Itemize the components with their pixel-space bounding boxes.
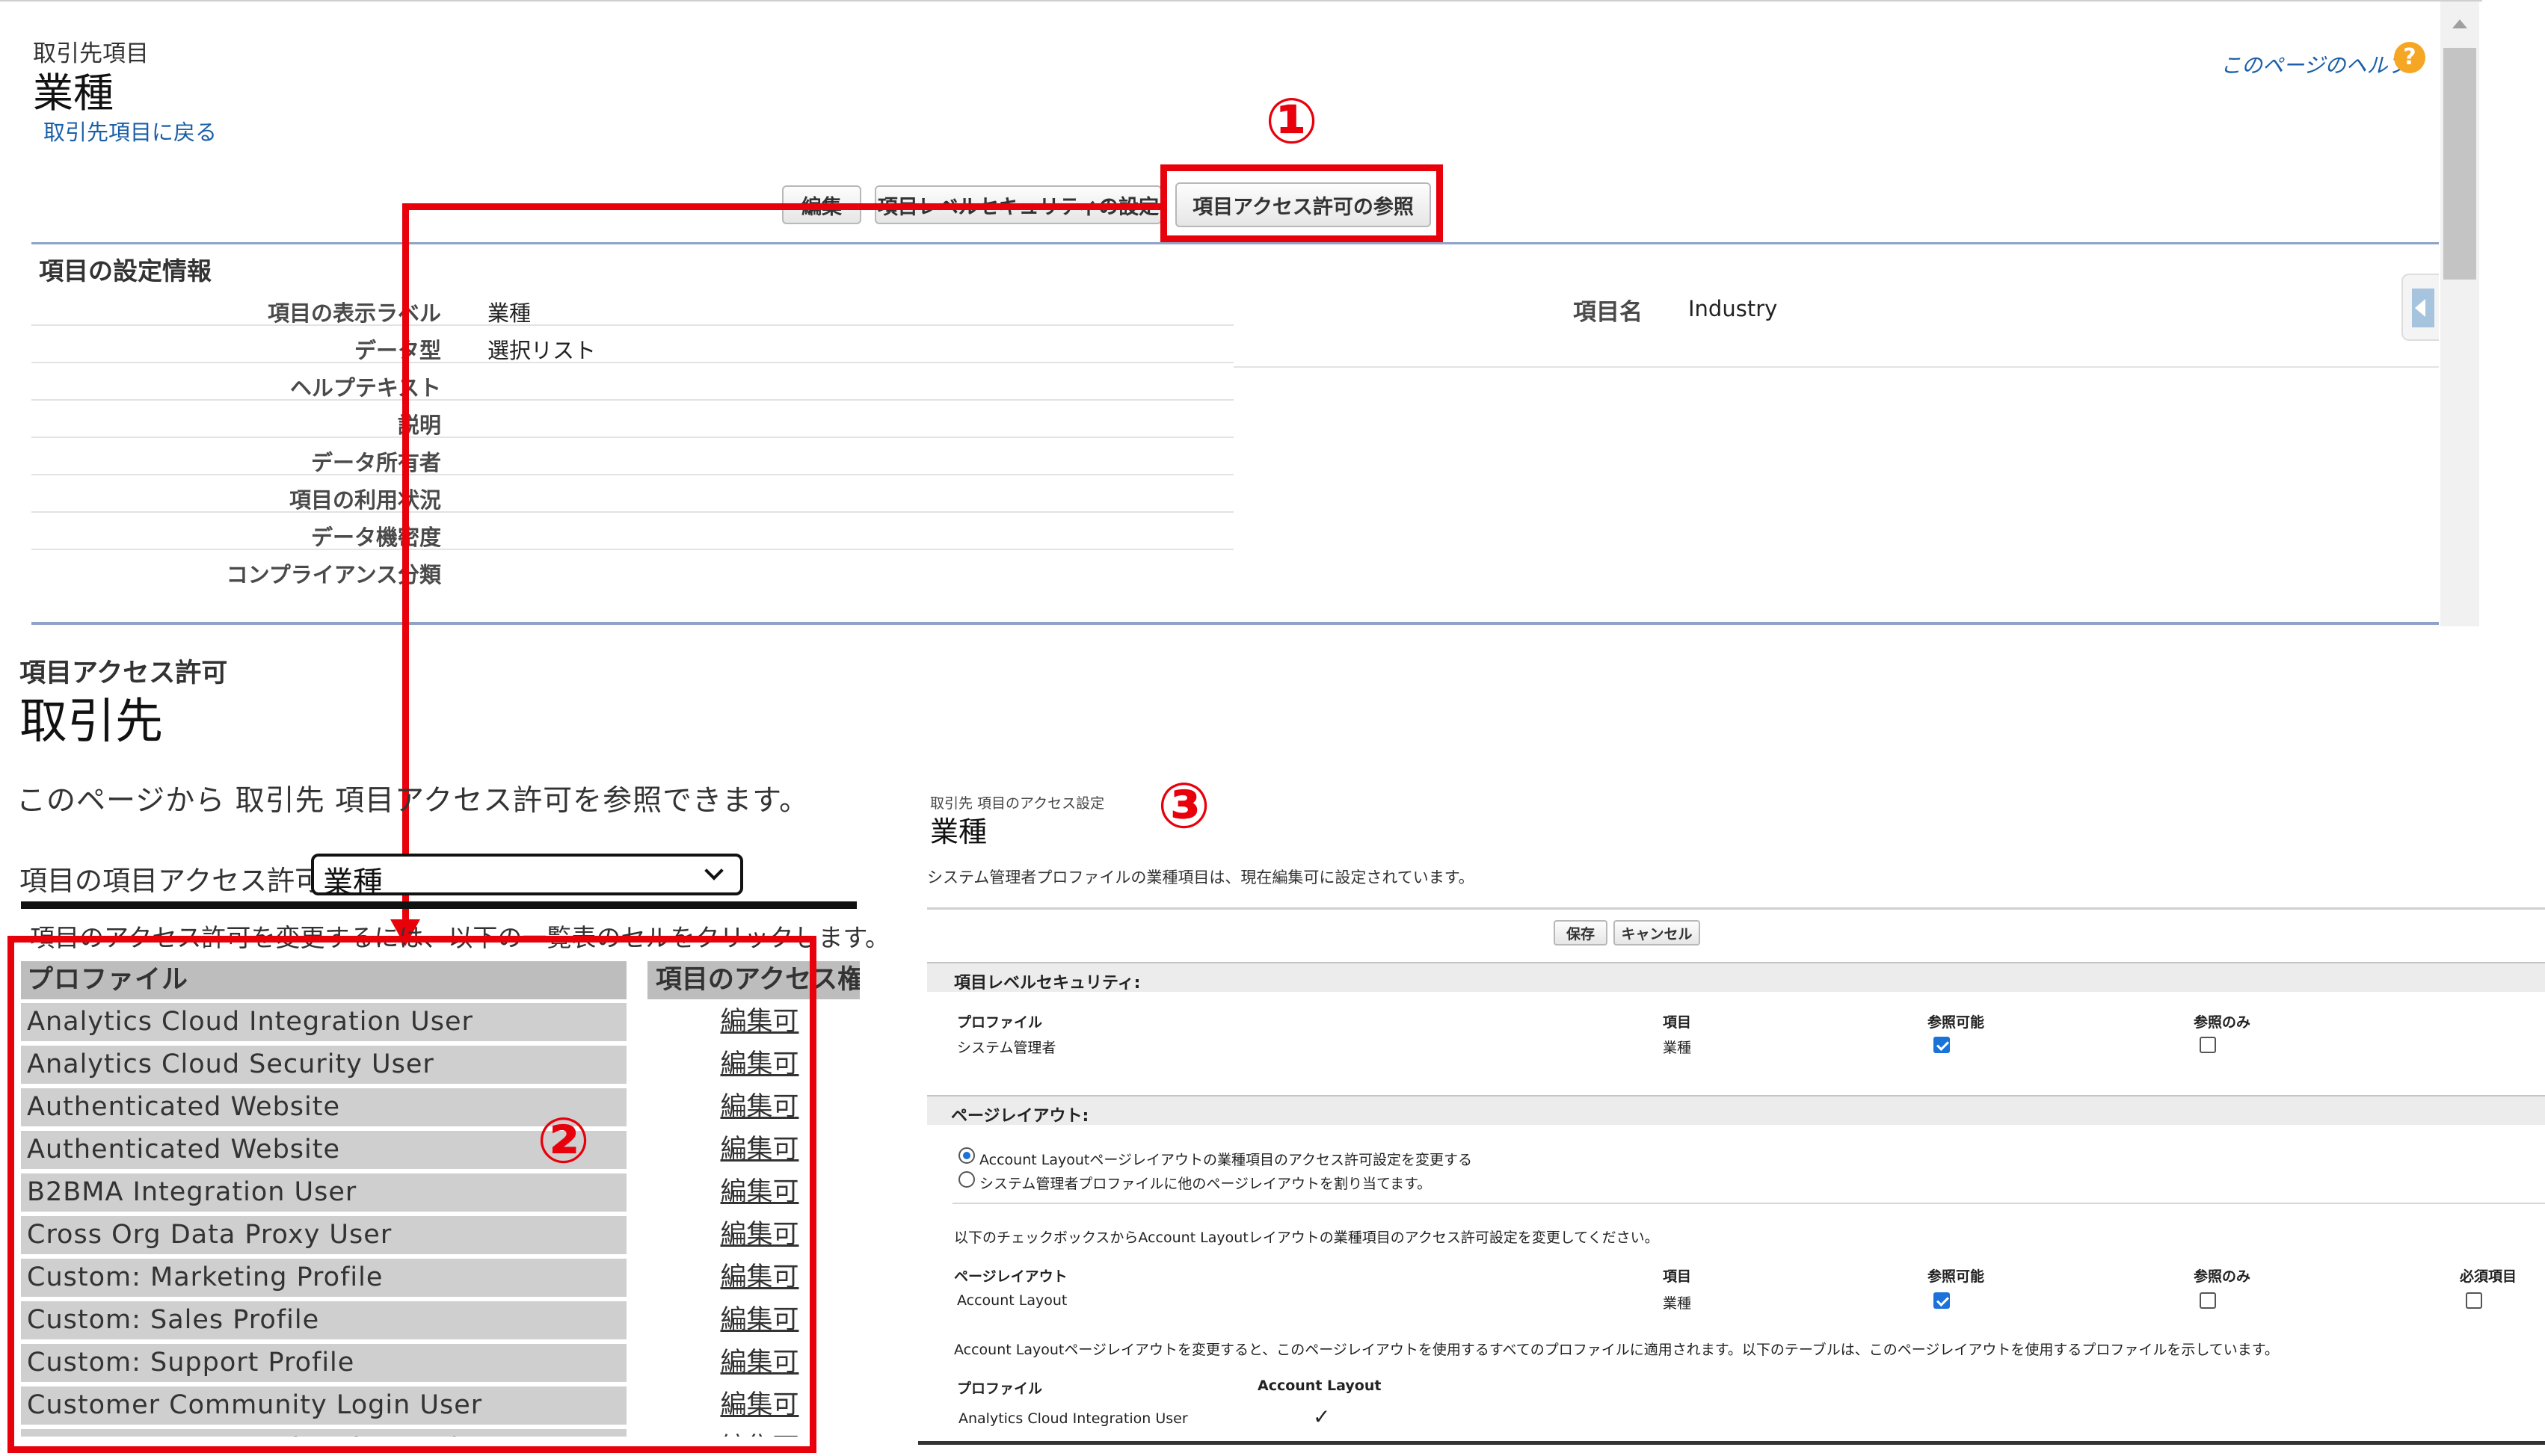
marker-2: ② xyxy=(537,1104,591,1177)
scroll-up-icon[interactable] xyxy=(2452,19,2467,28)
connector-line-h xyxy=(402,203,1163,210)
fls-visible-checkbox[interactable] xyxy=(1933,1037,1950,1053)
settings-note: システム管理者プロファイルの業種項目は、現在編集可に設定されています。 xyxy=(927,869,1474,886)
scrollbar-thumb[interactable] xyxy=(2443,48,2476,280)
fls-row-field: 業種 xyxy=(1663,1040,1692,1056)
detail-row: データ型 選択リスト xyxy=(31,326,1234,363)
fls-header-visible: 参照可能 xyxy=(1927,1014,1985,1031)
fls-header-readonly: 参照のみ xyxy=(2194,1014,2251,1031)
radio-change-layout-label: Account Layoutページレイアウトの業種項目のアクセス許可設定を変更す… xyxy=(979,1152,1473,1168)
field-select-value: 業種 xyxy=(323,866,383,900)
settings-title: 業種 xyxy=(930,815,988,848)
profiles-header-layout: Account Layout xyxy=(1258,1378,1382,1394)
layout-header-field: 項目 xyxy=(1663,1268,1692,1285)
help-icon[interactable]: ? xyxy=(2394,42,2425,73)
layout-instruction: 以下のチェックボックスからAccount Layoutレイアウトの業種項目のアク… xyxy=(954,1230,1659,1246)
layout-header-required: 必須項目 xyxy=(2460,1268,2517,1285)
fls-header-field: 項目 xyxy=(1663,1014,1692,1031)
profiles-header-profile: プロファイル xyxy=(957,1381,1043,1397)
save-button[interactable]: 保存 xyxy=(1554,920,1607,946)
section-divider xyxy=(31,242,2439,244)
access-object-title: 取引先 xyxy=(19,694,163,750)
layout-readonly-checkbox[interactable] xyxy=(2200,1292,2216,1309)
black-separator xyxy=(21,901,857,909)
radio-change-layout[interactable] xyxy=(958,1147,975,1164)
layout-note: Account Layoutページレイアウトを変更すると、このページレイアウトを… xyxy=(954,1342,2279,1358)
bottom-edge xyxy=(918,1441,2545,1445)
check-mark-icon: ✓ xyxy=(1313,1404,1331,1429)
detail-row: 項目の表示ラベル 業種 xyxy=(31,289,1234,326)
collapse-handle-icon[interactable] xyxy=(2401,274,2439,341)
field-name-label: 項目名 xyxy=(1573,299,1643,326)
detail-row: ヘルプテキスト xyxy=(31,363,1234,401)
detail-row: コンプライアンス分類 xyxy=(226,562,441,587)
highlight-box-2 xyxy=(7,936,816,1453)
detail-row: 項目の利用状況 xyxy=(31,475,1234,513)
layout-row-name: Account Layout xyxy=(957,1292,1068,1309)
back-link[interactable]: 取引先項目に戻る xyxy=(43,115,217,146)
field-select[interactable]: 業種 xyxy=(311,854,743,900)
detail-row-line xyxy=(1234,366,2439,368)
layout-header-readonly: 参照のみ xyxy=(2194,1268,2251,1285)
layout-row-field: 業種 xyxy=(1663,1295,1692,1312)
detail-row: データ機密度 xyxy=(31,513,1234,550)
detail-row: データ所有者 xyxy=(31,438,1234,475)
help-link[interactable]: このページのヘルプ xyxy=(2221,49,2408,79)
radio-assign-layout-label: システム管理者プロファイルに他のページレイアウトを割り当てます。 xyxy=(979,1176,1432,1192)
chevron-down-icon xyxy=(704,861,724,880)
radio-assign-layout[interactable] xyxy=(958,1171,975,1188)
fls-section-header: 項目レベルセキュリティ: xyxy=(927,962,2545,993)
select-label: 項目の項目アクセス許可: xyxy=(19,865,332,897)
marker-3: ③ xyxy=(1157,769,1211,842)
page-title: 業種 xyxy=(33,70,114,117)
cancel-button[interactable]: キャンセル xyxy=(1613,920,1700,946)
top-panel: 取引先項目 業種 取引先項目に戻る このページのヘルプ ? 編集 項目レベルセキ… xyxy=(0,0,2482,626)
scrollbar[interactable] xyxy=(2440,1,2479,626)
section-title: 項目の設定情報 xyxy=(39,256,212,286)
layout-section-header: ページレイアウト: xyxy=(927,1095,2545,1126)
layout-visible-checkbox[interactable] xyxy=(1933,1292,1950,1309)
field-name-value: Industry xyxy=(1688,296,1778,321)
profiles-row-name: Analytics Cloud Integration User xyxy=(958,1410,1188,1427)
layout-header-visible: 参照可能 xyxy=(1927,1268,1985,1285)
fls-header-profile: プロファイル xyxy=(957,1014,1043,1031)
marker-1: ① xyxy=(1265,84,1319,158)
highlight-box-1 xyxy=(1160,164,1443,242)
layout-header-layout: ページレイアウト xyxy=(954,1268,1068,1285)
access-description: このページから 取引先 項目アクセス許可を参照できます。 xyxy=(16,784,810,818)
settings-form: 保存 キャンセル 項目レベルセキュリティ: プロファイル 項目 参照可能 参照の… xyxy=(927,907,2545,1431)
layout-divider xyxy=(953,1203,2545,1204)
layout-required-checkbox[interactable] xyxy=(2466,1292,2482,1309)
bottom-divider xyxy=(31,622,2439,625)
fls-row-profile: システム管理者 xyxy=(957,1040,1056,1056)
detail-row: 説明 xyxy=(31,401,1234,438)
fls-readonly-checkbox[interactable] xyxy=(2200,1037,2216,1053)
